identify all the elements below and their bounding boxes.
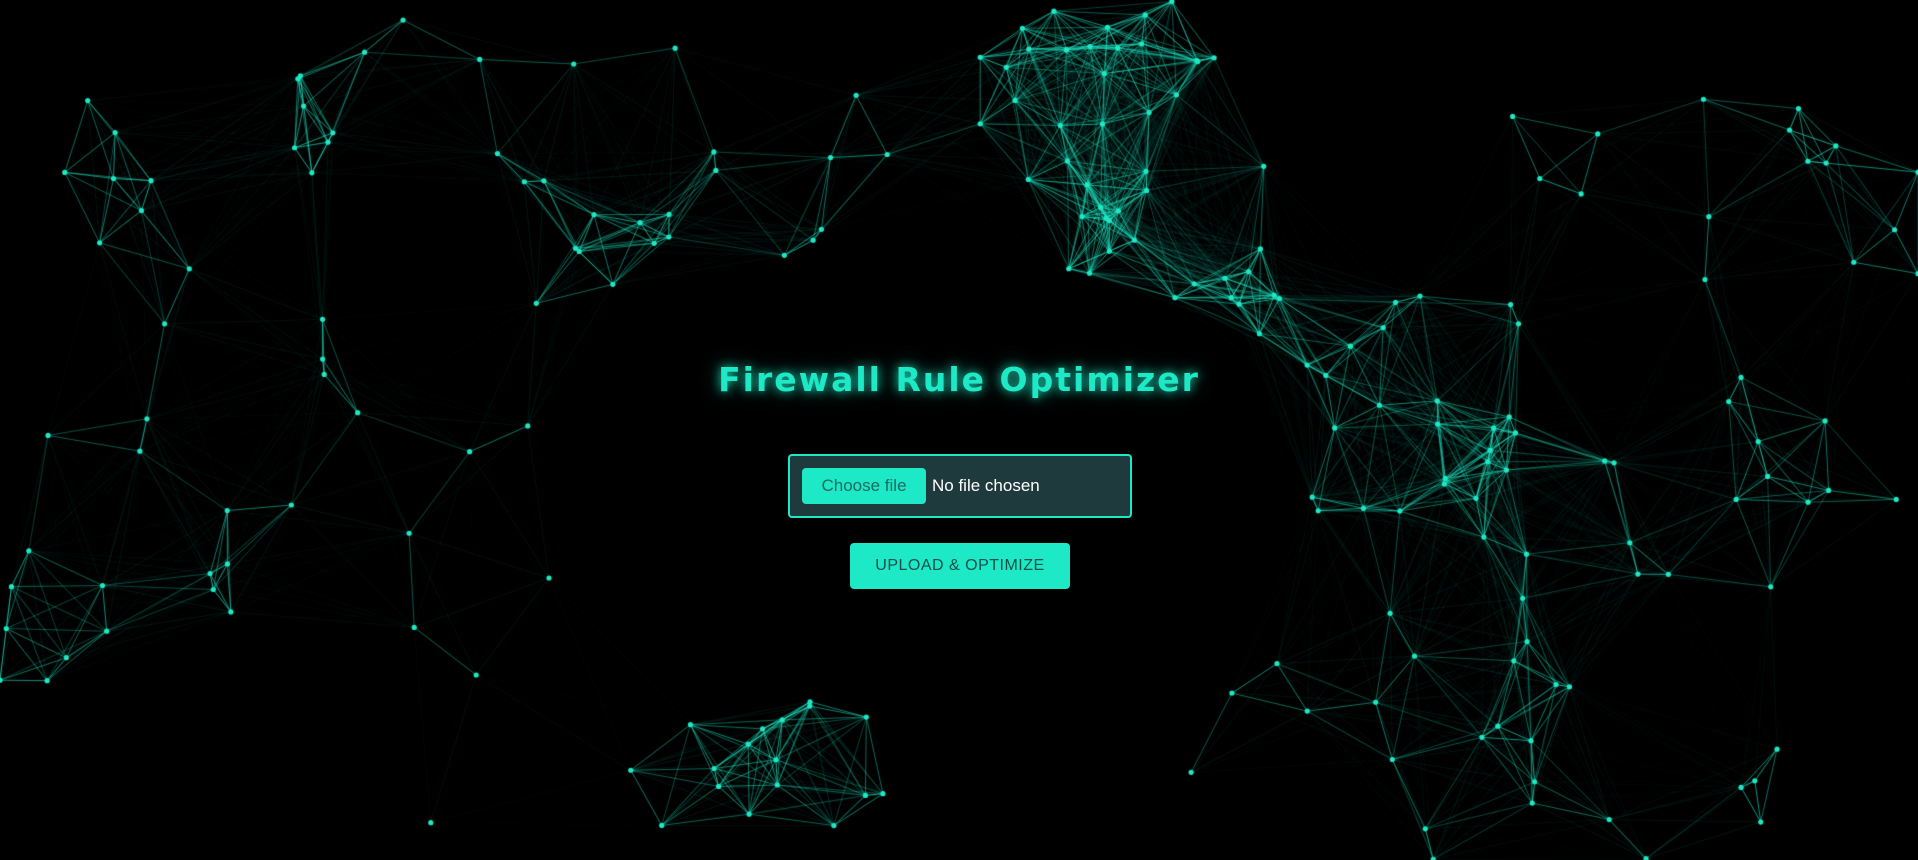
page-title: Firewall Rule Optimizer xyxy=(718,360,1200,399)
file-status-text: No file chosen xyxy=(932,476,1040,495)
file-input[interactable]: Choose file No file chosen xyxy=(788,454,1132,518)
upload-optimize-button[interactable]: UPLOAD & OPTIMIZE xyxy=(850,543,1070,589)
choose-file-button[interactable]: Choose file xyxy=(802,468,926,504)
upload-panel: Firewall Rule Optimizer Choose file No f… xyxy=(0,0,1918,860)
